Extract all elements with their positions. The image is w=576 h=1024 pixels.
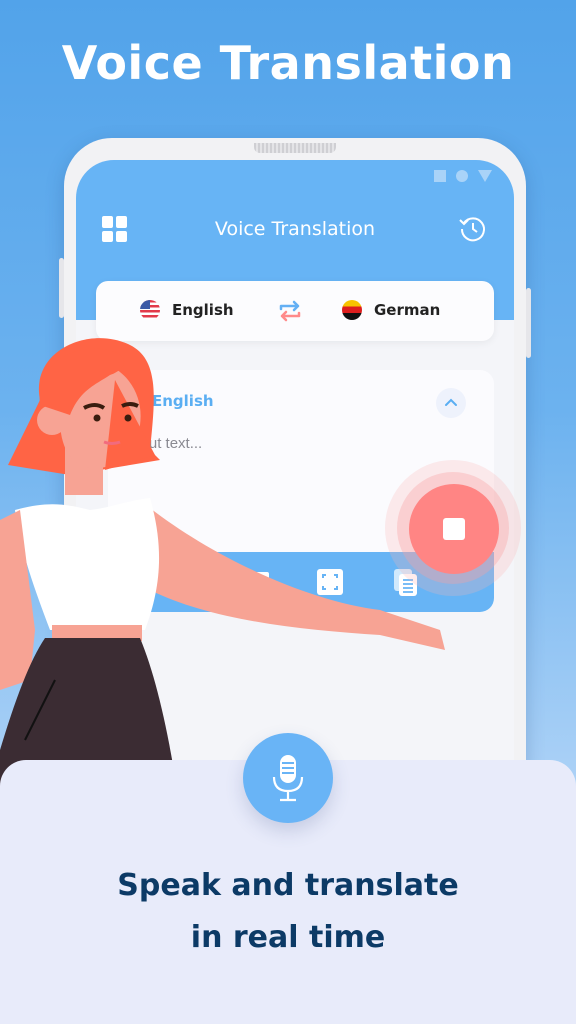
recording-indicator (385, 460, 521, 596)
chevron-up-icon[interactable] (436, 388, 466, 418)
language-selector: English German (96, 281, 494, 341)
input-language-label: English (152, 392, 214, 410)
germany-flag-icon (342, 300, 362, 320)
camera-icon[interactable] (144, 566, 176, 598)
target-language-label: German (374, 301, 441, 319)
scan-icon[interactable] (314, 566, 346, 598)
tagline: Speak and translate in real time (0, 860, 576, 964)
tagline-line-2: in real time (190, 920, 386, 955)
stop-icon[interactable] (409, 484, 499, 574)
input-text-field[interactable] (128, 430, 428, 456)
source-language-button[interactable]: English (140, 300, 234, 320)
square-icon (434, 170, 446, 182)
tagline-line-1: Speak and translate (117, 868, 459, 903)
status-bar (434, 170, 492, 182)
image-icon[interactable] (242, 566, 274, 598)
triangle-icon (478, 170, 492, 182)
source-language-label: English (172, 301, 234, 319)
microphone-icon[interactable] (243, 733, 333, 823)
swap-arrows-icon[interactable] (276, 297, 304, 325)
phone-speaker (254, 143, 336, 153)
circle-icon (456, 170, 468, 182)
hero-title: Voice Translation (61, 36, 515, 90)
history-icon[interactable] (458, 214, 488, 244)
phone-side-button (59, 258, 64, 318)
app-title: Voice Translation (214, 218, 376, 240)
target-language-button[interactable]: German (342, 300, 440, 320)
us-flag-icon (140, 300, 160, 320)
phone-side-button (526, 288, 531, 358)
